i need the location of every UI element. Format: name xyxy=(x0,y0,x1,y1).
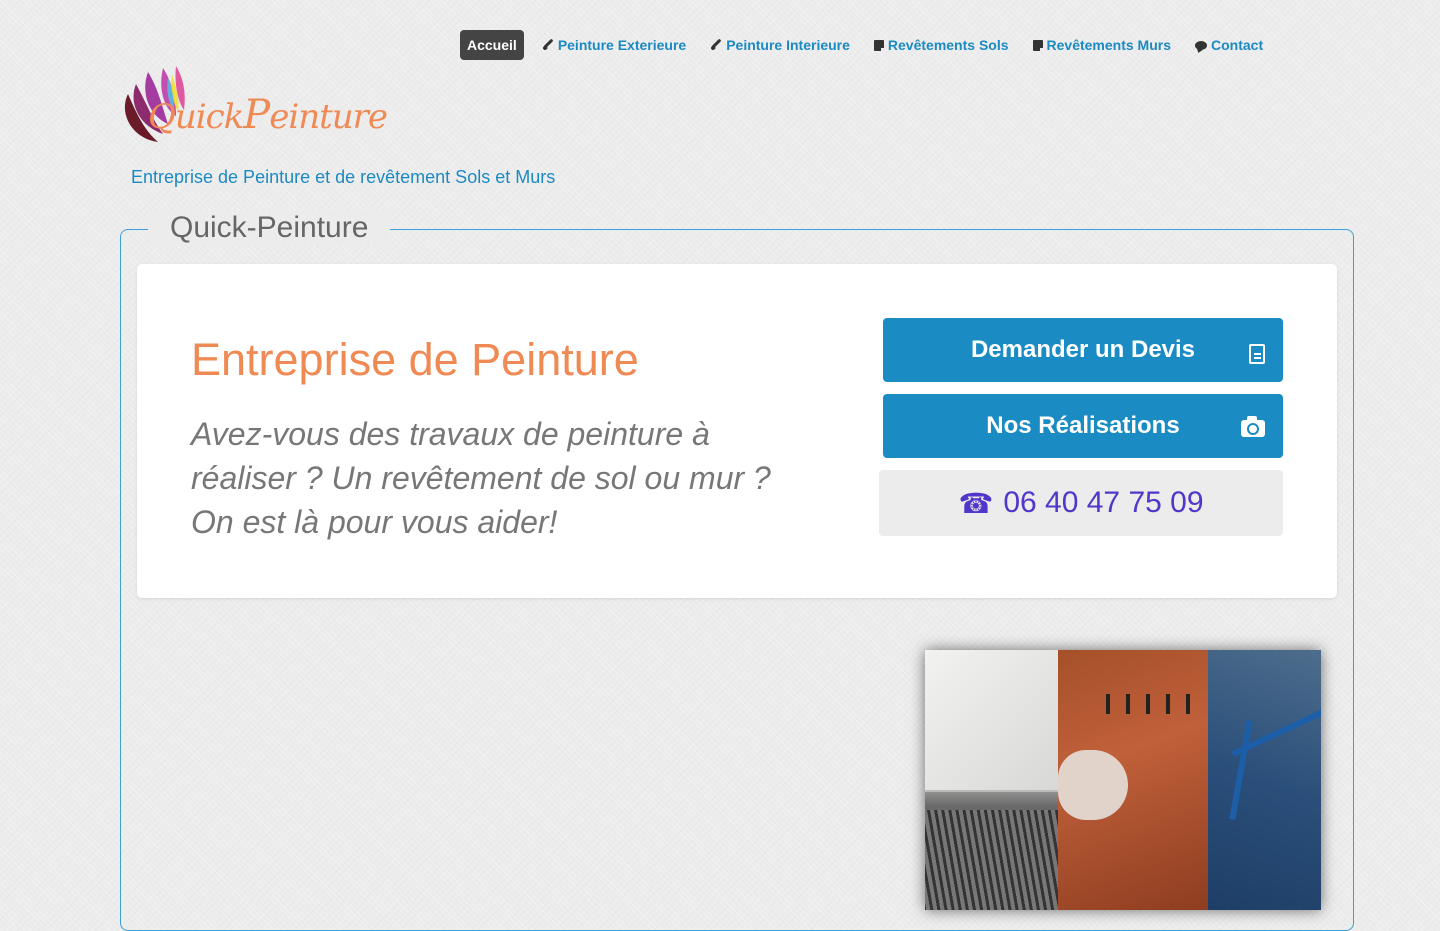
realisations-button[interactable]: Nos Réalisations xyxy=(883,394,1283,458)
brush-icon xyxy=(710,39,722,51)
brand-name[interactable]: QuickPeinture xyxy=(148,92,388,138)
nav-item-label: Contact xyxy=(1211,37,1264,53)
nav-item-revetements-sols[interactable]: Revêtements Sols xyxy=(873,30,1009,60)
nav-item-peinture-exterieure[interactable]: Peinture Exterieure xyxy=(542,30,686,60)
phone-number-link[interactable]: ☎ 06 40 47 75 09 xyxy=(879,470,1283,536)
document-icon xyxy=(1249,344,1265,364)
brush-icon xyxy=(542,39,554,51)
section-legend: Quick-Peinture xyxy=(148,211,391,245)
photo-tiling-segment xyxy=(925,650,1058,910)
services-photo xyxy=(925,650,1321,910)
nav-item-label: Peinture Exterieure xyxy=(557,37,687,53)
brand-name-part: Quick xyxy=(148,97,244,137)
camera-icon xyxy=(1241,416,1265,437)
brand-name-part: einture xyxy=(269,97,388,137)
hero-text: Avez-vous des travaux de peinture à réal… xyxy=(191,416,771,540)
nav-item-label: Revêtements Sols xyxy=(887,37,1009,53)
tile-icon xyxy=(1032,39,1044,52)
nav-item-peinture-interieure[interactable]: Peinture Interieure xyxy=(710,30,850,60)
nav-item-revetements-murs[interactable]: Revêtements Murs xyxy=(1032,30,1172,60)
request-quote-button[interactable]: Demander un Devis xyxy=(883,318,1283,382)
nav-item-label: Accueil xyxy=(467,37,517,53)
button-label: Nos Réalisations xyxy=(986,412,1180,439)
nav-item-label: Peinture Interieure xyxy=(726,37,850,53)
brand-name-part: P xyxy=(243,92,270,138)
hero-title: Entreprise de Peinture xyxy=(191,334,639,385)
main-nav: Accueil Peinture Exterieure Peinture Int… xyxy=(460,30,1287,60)
chat-bubble-icon xyxy=(1195,40,1208,50)
phone-icon: ☎ xyxy=(958,487,994,519)
nav-item-label: Revêtements Murs xyxy=(1046,37,1172,53)
photo-resin-segment xyxy=(1208,650,1321,910)
button-label: Demander un Devis xyxy=(970,336,1196,363)
photo-flooring-segment xyxy=(1058,650,1208,910)
site-tagline: Entreprise de Peinture et de revêtement … xyxy=(131,167,556,187)
tile-icon xyxy=(873,39,885,52)
nav-item-contact[interactable]: Contact xyxy=(1195,30,1263,60)
nav-item-accueil[interactable]: Accueil xyxy=(460,30,524,60)
hero-panel: Entreprise de Peinture Avez-vous des tra… xyxy=(137,264,1337,598)
phone-number: 06 40 47 75 09 xyxy=(1003,486,1204,519)
